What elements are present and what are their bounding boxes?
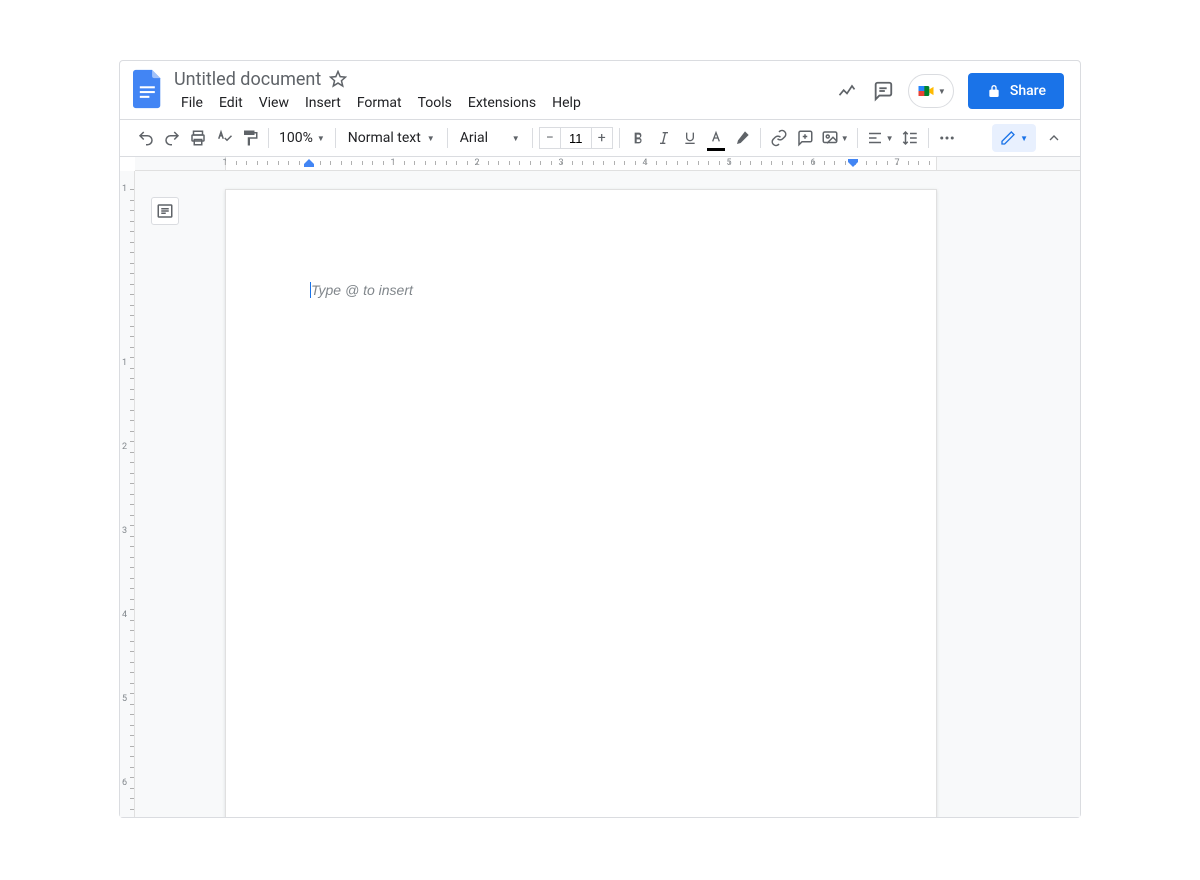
editing-mode-button[interactable]: ▼	[992, 124, 1036, 152]
chevron-down-icon: ▼	[1020, 134, 1028, 143]
document-canvas[interactable]: Type @ to insert	[135, 171, 1080, 817]
menu-bar: File Edit View Insert Format Tools Exten…	[174, 91, 588, 115]
chevron-down-icon: ▼	[317, 134, 325, 143]
collapse-toolbar-button[interactable]	[1042, 126, 1066, 150]
line-spacing-button[interactable]	[898, 126, 922, 150]
insert-image-button[interactable]: ▼	[819, 126, 851, 150]
menu-format[interactable]: Format	[350, 93, 409, 113]
horizontal-ruler[interactable]: 11234567	[135, 157, 1080, 171]
italic-button[interactable]	[652, 126, 676, 150]
underline-button[interactable]	[678, 126, 702, 150]
insert-link-button[interactable]	[767, 126, 791, 150]
paint-format-button[interactable]	[238, 126, 262, 150]
chevron-down-icon: ▼	[841, 134, 849, 143]
share-label: Share	[1010, 83, 1046, 99]
text-color-button[interactable]	[704, 126, 728, 150]
chevron-down-icon: ▼	[427, 134, 435, 143]
redo-button[interactable]	[160, 126, 184, 150]
menu-file[interactable]: File	[174, 93, 210, 113]
decrease-font-size-button[interactable]: −	[539, 127, 561, 149]
menu-view[interactable]: View	[252, 93, 296, 113]
star-icon[interactable]	[329, 70, 347, 88]
chevron-down-icon: ▼	[512, 134, 520, 143]
share-button[interactable]: Share	[968, 73, 1064, 109]
comment-history-icon[interactable]	[872, 80, 894, 102]
menu-insert[interactable]: Insert	[298, 93, 348, 113]
increase-font-size-button[interactable]: +	[591, 127, 613, 149]
menu-tools[interactable]: Tools	[411, 93, 459, 113]
vertical-ruler[interactable]: 1123456	[120, 171, 135, 817]
meet-icon	[916, 81, 936, 101]
placeholder-text: Type @ to insert	[311, 282, 413, 298]
menu-extensions[interactable]: Extensions	[461, 93, 543, 113]
more-button[interactable]	[935, 126, 959, 150]
add-comment-button[interactable]	[793, 126, 817, 150]
spellcheck-button[interactable]	[212, 126, 236, 150]
font-size-group: − +	[539, 127, 613, 149]
zoom-select[interactable]: 100% ▼	[275, 130, 329, 146]
menu-edit[interactable]: Edit	[212, 93, 250, 113]
pencil-icon	[1000, 130, 1016, 146]
font-value: Arial	[460, 130, 488, 146]
document-page[interactable]: Type @ to insert	[225, 189, 937, 817]
undo-button[interactable]	[134, 126, 158, 150]
chevron-down-icon: ▼	[886, 134, 894, 143]
app-header: Untitled document File Edit View Insert …	[120, 61, 1080, 119]
meet-button[interactable]: ▼	[908, 74, 954, 108]
document-outline-button[interactable]	[151, 197, 179, 225]
document-title[interactable]: Untitled document	[174, 69, 321, 90]
bold-button[interactable]	[626, 126, 650, 150]
paragraph-style-select[interactable]: Normal text ▼	[342, 130, 441, 146]
lock-icon	[986, 83, 1002, 99]
text-cursor	[310, 282, 311, 298]
zoom-value: 100%	[279, 130, 313, 146]
docs-logo[interactable]	[130, 71, 166, 107]
paragraph-style-value: Normal text	[348, 130, 421, 146]
menu-help[interactable]: Help	[545, 93, 588, 113]
align-button[interactable]: ▼	[864, 126, 896, 150]
font-select[interactable]: Arial ▼	[454, 130, 526, 146]
highlight-color-button[interactable]	[730, 126, 754, 150]
activity-icon[interactable]	[836, 80, 858, 102]
print-button[interactable]	[186, 126, 210, 150]
font-size-input[interactable]	[561, 127, 591, 149]
toolbar: 100% ▼ Normal text ▼ Arial ▼ − +	[120, 119, 1080, 157]
docs-document-icon	[133, 69, 163, 109]
chevron-down-icon: ▼	[938, 87, 946, 96]
